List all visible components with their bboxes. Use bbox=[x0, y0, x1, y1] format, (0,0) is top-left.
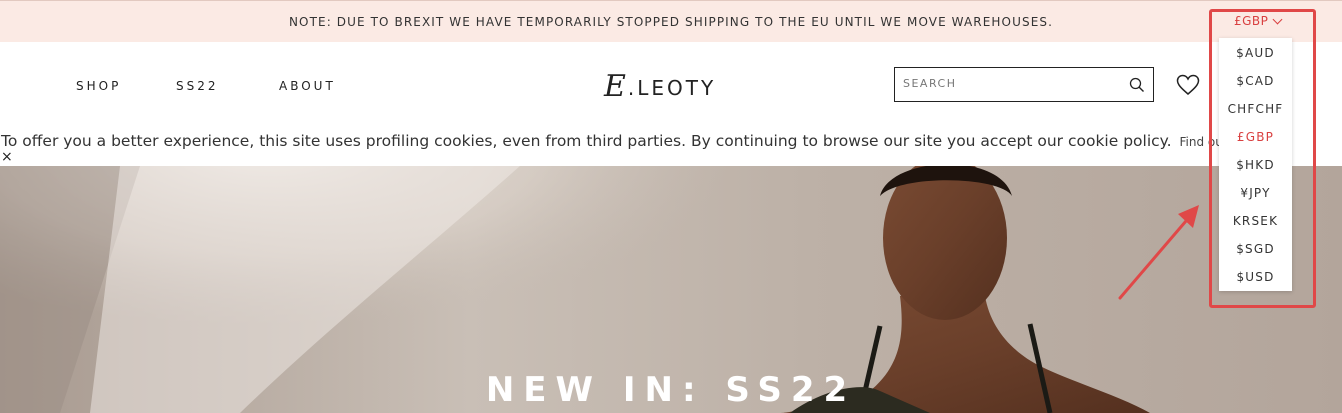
cookie-notice: To offer you a better experience, this s… bbox=[0, 130, 1342, 166]
search-box[interactable] bbox=[894, 67, 1154, 102]
search-input[interactable] bbox=[903, 77, 1113, 90]
search-icon[interactable] bbox=[1129, 77, 1145, 93]
currency-selected-label: £GBP bbox=[1234, 14, 1269, 28]
currency-option-sek[interactable]: KRSEK bbox=[1219, 214, 1292, 228]
currency-option-jpy[interactable]: ¥JPY bbox=[1219, 186, 1292, 200]
close-icon[interactable]: × bbox=[1, 150, 13, 164]
logo-text: .LEOTY bbox=[627, 75, 717, 100]
nav-about[interactable]: ABOUT bbox=[279, 79, 336, 93]
nav-ss22[interactable]: SS22 bbox=[176, 79, 219, 93]
currency-option-cad[interactable]: $CAD bbox=[1219, 74, 1292, 88]
site-header: SHOP SS22 ABOUT E .LEOTY bbox=[0, 42, 1342, 130]
brand-logo[interactable]: E .LEOTY bbox=[604, 68, 716, 104]
currency-option-sgd[interactable]: $SGD bbox=[1219, 242, 1292, 256]
chevron-down-icon bbox=[1272, 14, 1283, 24]
hero-headline: NEW IN: SS22 bbox=[485, 370, 857, 410]
hero-banner[interactable]: NEW IN: SS22 bbox=[0, 166, 1342, 413]
cookie-message: To offer you a better experience, this s… bbox=[1, 132, 1172, 150]
currency-selector[interactable]: £GBP bbox=[1234, 14, 1283, 28]
heart-icon[interactable] bbox=[1176, 74, 1200, 96]
announcement-banner: NOTE: DUE TO BREXIT WE HAVE TEMPORARILY … bbox=[0, 0, 1342, 42]
currency-option-hkd[interactable]: $HKD bbox=[1219, 158, 1292, 172]
currency-option-aud[interactable]: $AUD bbox=[1219, 46, 1292, 60]
brexit-notice: NOTE: DUE TO BREXIT WE HAVE TEMPORARILY … bbox=[288, 15, 1054, 29]
nav-shop[interactable]: SHOP bbox=[76, 79, 121, 93]
logo-mark: E bbox=[604, 68, 626, 104]
currency-dropdown: $AUD $CAD CHFCHF £GBP $HKD ¥JPY KRSEK $S… bbox=[1219, 38, 1292, 291]
currency-option-gbp[interactable]: £GBP bbox=[1219, 130, 1292, 144]
currency-option-usd[interactable]: $USD bbox=[1219, 270, 1292, 284]
currency-option-chf[interactable]: CHFCHF bbox=[1219, 102, 1292, 116]
